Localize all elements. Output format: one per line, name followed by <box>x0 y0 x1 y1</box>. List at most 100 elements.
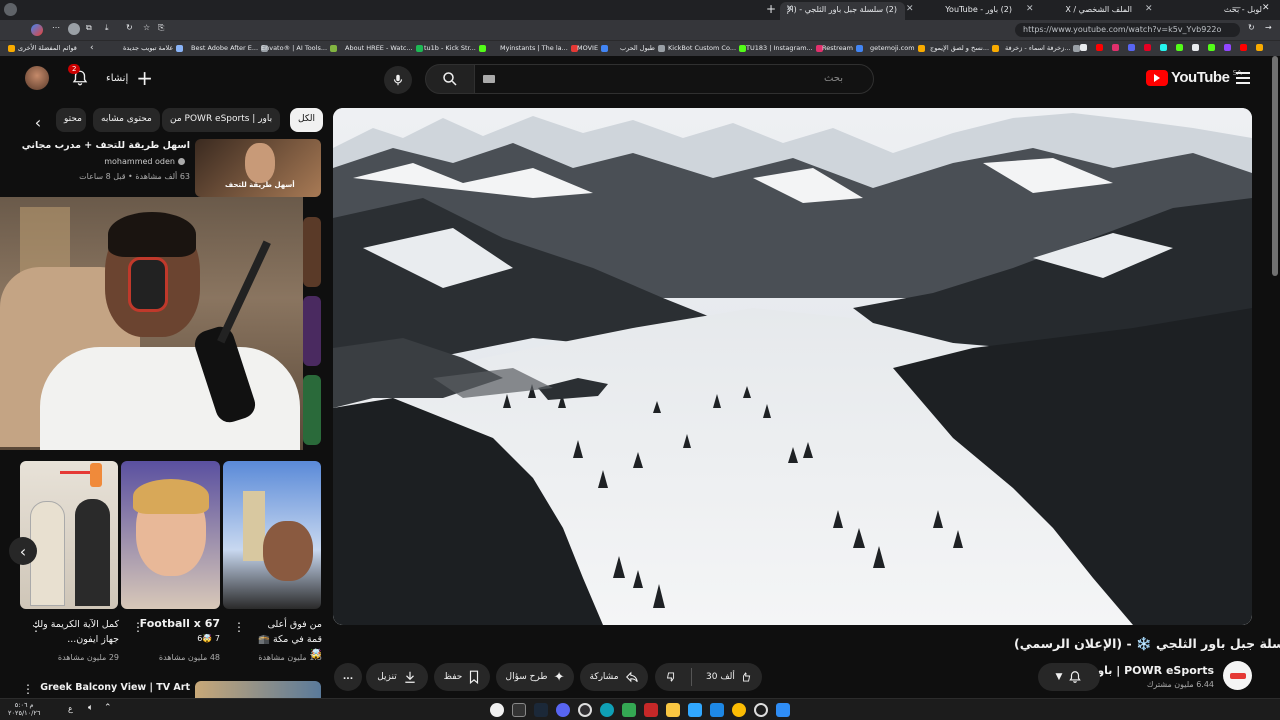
chrome-icon[interactable] <box>732 703 746 717</box>
channel-name[interactable]: POWR eSports | باور <box>1091 664 1214 677</box>
share-icon[interactable]: ⎘ <box>158 23 164 33</box>
youtube-logo[interactable]: YouTube SA <box>1146 69 1242 86</box>
chip-related[interactable]: محتوى مشابه <box>93 108 160 132</box>
video-thumbnail[interactable]: أسهل طريقة للتحف <box>195 139 321 197</box>
bookmark-adobe[interactable]: Best Adobe After E... <box>191 44 269 52</box>
bookmark-about[interactable]: About HREE - Watc... <box>345 44 423 52</box>
edge-icon[interactable] <box>600 703 614 717</box>
hamburger-menu-icon[interactable] <box>1236 72 1250 84</box>
close-icon[interactable]: ✕ <box>1145 4 1153 14</box>
search-button[interactable] <box>425 64 475 94</box>
back-icon[interactable]: → <box>1265 23 1272 32</box>
kick-icon[interactable] <box>1208 44 1215 51</box>
extension-icon[interactable] <box>68 23 80 35</box>
video-player[interactable] <box>333 108 1252 625</box>
video-title[interactable]: اسهل طريقة للتحف + مدرب مجاني <box>22 140 190 151</box>
short-thumbnail[interactable] <box>121 461 220 609</box>
bookmark-copy-emoji[interactable]: نسخ و لصق الإيموج... <box>930 44 1000 52</box>
tab-youtube-channel[interactable]: (2) باور - YouTube <box>915 2 1020 20</box>
chevron-left-icon[interactable]: ‹ <box>90 43 94 53</box>
close-icon[interactable]: ✕ <box>786 4 794 14</box>
close-icon[interactable]: ✕ <box>1026 4 1034 14</box>
more-options-icon[interactable]: ⋮ <box>22 682 34 696</box>
bookmark-other[interactable]: قوائم المفضلة الأخرى <box>8 44 77 52</box>
extensions-puzzle-icon[interactable]: ⧉ <box>86 23 92 33</box>
refresh-icon[interactable]: ↻ <box>1248 23 1255 32</box>
tab-current-video[interactable]: (2) سلسلة جبل باور الثلجي - (الإ <box>780 2 905 20</box>
short-thumbnail[interactable] <box>20 461 118 609</box>
discord-icon[interactable] <box>556 703 570 717</box>
chevron-up-icon[interactable]: ⌃ <box>104 703 112 713</box>
start-icon[interactable] <box>776 703 790 717</box>
volume-icon[interactable]: 🔈︎ <box>88 703 93 713</box>
url-field[interactable]: https://www.youtube.com/watch?v=k5v_Yvb9… <box>1015 23 1240 37</box>
profile-icon[interactable] <box>4 3 17 16</box>
new-tab-button[interactable]: + <box>766 2 776 16</box>
edge-icon[interactable] <box>710 703 724 717</box>
bookmark-star-icon[interactable]: ☆ <box>143 23 150 32</box>
pinterest-icon[interactable] <box>1144 44 1151 51</box>
keyboard-icon[interactable] <box>483 75 495 83</box>
app-icon[interactable] <box>644 703 658 717</box>
like-icon[interactable] <box>740 670 752 684</box>
instagram-icon[interactable] <box>1112 44 1119 51</box>
scrollbar[interactable] <box>1272 56 1278 276</box>
capcut-icon[interactable] <box>512 703 526 717</box>
download-icon[interactable]: ⤓ <box>105 23 109 33</box>
bookmark-envato[interactable]: Envato® | AI Tools... <box>261 44 338 52</box>
x-icon[interactable] <box>1192 44 1199 51</box>
avatar[interactable] <box>25 66 49 90</box>
bookmark-new-tab[interactable]: علامة تبويب جديدة <box>123 44 184 52</box>
tiktok-icon[interactable] <box>1160 44 1167 51</box>
bookmark-movie[interactable]: MOVIE <box>577 44 609 52</box>
input-language[interactable]: ع <box>68 704 73 713</box>
share-button[interactable]: مشاركة <box>580 663 648 691</box>
folder-icon[interactable] <box>666 703 680 717</box>
video-thumbnail[interactable] <box>195 681 321 698</box>
ask-button[interactable]: طرح سؤال ✦ <box>496 663 574 691</box>
youtube-icon[interactable] <box>1096 44 1103 51</box>
close-icon[interactable]: ✕ <box>906 4 914 14</box>
twitch-icon[interactable] <box>1224 44 1231 51</box>
bookmark-restream[interactable]: Restream <box>822 44 864 52</box>
tab-bing[interactable]: لوبل - بحث <box>1160 2 1270 20</box>
bookmark-names[interactable]: زخرفة اسماء - زخرفة... <box>1005 44 1081 52</box>
bookmark-kick[interactable]: tu1b - Kick Str... <box>424 44 486 52</box>
more-options-icon[interactable]: ⋮ <box>233 620 245 634</box>
short-thumbnail[interactable] <box>223 461 321 609</box>
twitter-icon[interactable] <box>1080 44 1087 51</box>
bookmark-myinstants[interactable]: Myinstants | The la... <box>500 44 578 52</box>
bookmark-getemoji[interactable]: getemoji.com <box>870 44 925 52</box>
chip-partial[interactable]: محتو <box>56 108 86 132</box>
menu-dots-icon[interactable]: ⋯ <box>52 23 60 32</box>
dislike-icon[interactable] <box>665 670 677 684</box>
chrome-icon[interactable] <box>622 703 636 717</box>
chip-from-channel[interactable]: من POWR eSports | باور <box>162 108 281 132</box>
more-options-icon[interactable]: ⋮ <box>30 620 42 634</box>
clock[interactable]: م ٥:٠٦ ٢٠٢٥/١٠/٢٦ <box>8 701 40 717</box>
more-actions-button[interactable]: ... <box>334 663 362 691</box>
subscribe-bell-button[interactable]: ▼ <box>1038 663 1100 691</box>
chip-all[interactable]: الكل <box>290 108 324 132</box>
bookmark-kickbot[interactable]: KickBot Custom Co... <box>668 44 747 52</box>
video-title[interactable]: Greek Balcony View | TV Art <box>40 682 190 693</box>
media-player-icon[interactable] <box>490 703 504 717</box>
avatar[interactable] <box>31 24 43 36</box>
video-thumbnail[interactable] <box>303 296 321 366</box>
download-button[interactable]: تنزيل <box>366 663 428 691</box>
video-thumbnail[interactable] <box>303 375 321 445</box>
video-thumbnail[interactable] <box>303 217 321 287</box>
save-button[interactable]: حفظ <box>434 663 490 691</box>
youtube-icon[interactable] <box>1240 44 1247 51</box>
search-input[interactable]: بحث <box>474 64 874 94</box>
channel-name[interactable]: mohammed oden <box>104 157 185 166</box>
more-options-icon[interactable]: ⋮ <box>132 620 144 634</box>
tab-x-profile[interactable]: الملف الشخصي / X <box>1040 2 1140 20</box>
minimize-icon[interactable]: — <box>1232 3 1241 13</box>
obs-icon[interactable] <box>578 703 592 717</box>
channel-avatar[interactable] <box>1223 661 1252 690</box>
bookmark-drums[interactable]: طبول الحرب <box>620 44 665 52</box>
discord-icon[interactable] <box>1128 44 1135 51</box>
notifications-button[interactable]: 2 <box>68 64 92 90</box>
voice-search-button[interactable] <box>384 66 412 94</box>
